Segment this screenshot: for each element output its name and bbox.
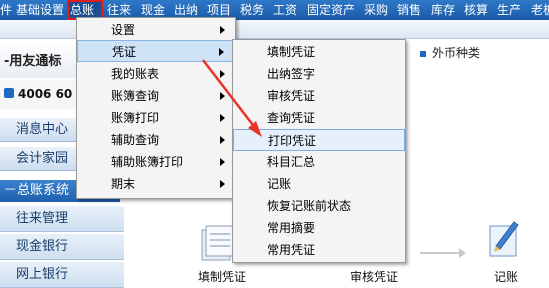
annotation-arrow-icon bbox=[202, 59, 262, 137]
